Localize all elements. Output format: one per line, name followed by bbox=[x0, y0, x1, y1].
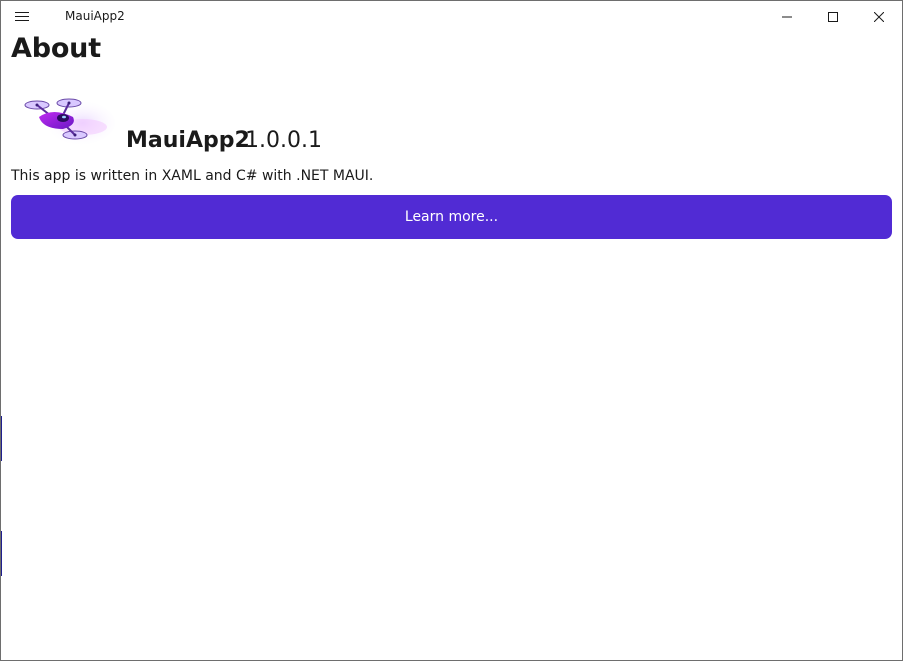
minimize-button[interactable] bbox=[764, 1, 810, 33]
window-edge-accent bbox=[1, 416, 2, 461]
app-version: 1.0.0.1 bbox=[245, 128, 322, 153]
maximize-button[interactable] bbox=[810, 1, 856, 33]
close-button[interactable] bbox=[856, 1, 902, 33]
app-window: MauiApp2 About MauiApp2 1.0.0.1 This app… bbox=[0, 0, 903, 661]
page-title: About bbox=[11, 33, 101, 64]
app-description: This app is written in XAML and C# with … bbox=[11, 168, 374, 184]
learn-more-button[interactable]: Learn more... bbox=[11, 195, 892, 239]
close-icon bbox=[874, 12, 884, 22]
maximize-icon bbox=[828, 12, 838, 22]
minimize-icon bbox=[782, 16, 792, 18]
window-edge-accent bbox=[1, 531, 2, 576]
app-name: MauiApp2 bbox=[126, 128, 250, 153]
hamburger-menu-icon[interactable] bbox=[13, 10, 31, 24]
title-bar[interactable]: MauiApp2 bbox=[1, 1, 902, 33]
dotnet-bot-logo bbox=[24, 98, 115, 145]
window-title: MauiApp2 bbox=[65, 9, 125, 23]
